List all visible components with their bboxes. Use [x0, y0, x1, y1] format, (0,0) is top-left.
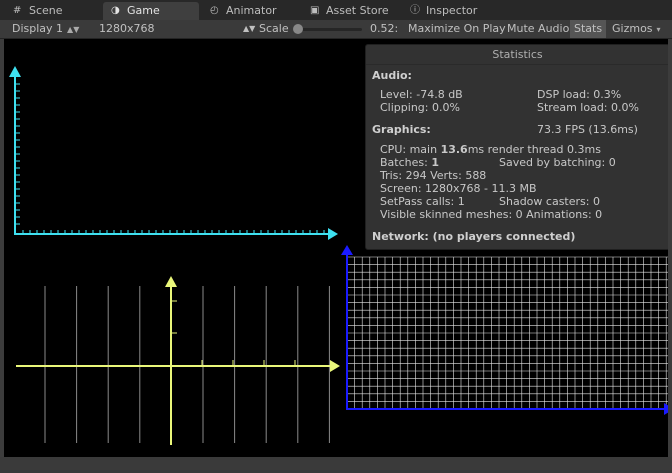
stats-button[interactable]: Stats: [570, 20, 607, 38]
batches-line: Batches: 1: [380, 156, 439, 169]
scale-label: Scale: [259, 22, 289, 35]
resolution-dropdown[interactable]: 1280x768: [99, 20, 155, 38]
screen-info: Screen: 1280x768 - 11.3 MB: [380, 182, 537, 195]
tab-game-label: Game: [127, 4, 160, 17]
audio-level: Level: -74.8 dB: [380, 88, 463, 101]
blue-y-arrowhead: [341, 245, 353, 255]
setpass-calls: SetPass calls: 1: [380, 195, 465, 208]
graphics-header: Graphics:: [372, 123, 431, 136]
gray-vertical-lines: [44, 286, 330, 443]
yellow-ticks: [171, 300, 296, 366]
tab-scene-label: Scene: [29, 4, 63, 17]
grid-lines: [346, 256, 668, 409]
cpu-line: CPU: main 13.6ms render thread 0.3ms: [380, 143, 601, 156]
network-status: Network: (no players connected): [372, 230, 576, 243]
saved-by-batching: Saved by batching: 0: [499, 156, 616, 169]
scale-slider-track: [294, 28, 362, 31]
tab-inspector-label: Inspector: [426, 4, 478, 17]
game-icon: ◑: [111, 5, 120, 16]
cyan-ticks: [15, 83, 325, 235]
tab-asset-store-label: Asset Store: [326, 4, 389, 17]
batches-value: 1: [431, 156, 439, 169]
skinned-meshes: Visible skinned meshes: 0 Animations: 0: [380, 208, 603, 221]
gizmos-chevron-icon: ▾: [656, 25, 661, 34]
mute-audio-button[interactable]: Mute Audio: [503, 20, 573, 38]
display-dropdown-label: Display 1: [12, 22, 64, 35]
statistics-panel: Statistics Audio: Level: -74.8 dB Clippi…: [365, 44, 668, 250]
tris-verts: Tris: 294 Verts: 588: [380, 169, 487, 182]
bottom-status-bar: [0, 457, 672, 473]
blue-grid: [341, 245, 668, 415]
stream-load: Stream load: 0.0%: [537, 101, 639, 114]
inspector-icon: ⓘ: [410, 5, 420, 16]
tab-game[interactable]: ◑ Game: [103, 2, 199, 20]
scale-slider[interactable]: [290, 20, 364, 38]
cpu-main-value: 13.6: [440, 143, 468, 156]
cyan-y-arrowhead: [9, 66, 21, 77]
cpu-suffix: ms render thread 0.3ms: [467, 143, 601, 156]
gizmos-dropdown-label: Gizmos: [612, 22, 653, 35]
scale-value: 0.52:: [370, 22, 399, 35]
game-view-toolbar: Display 1 ▲▼ 1280x768 ▲▼ Scale 0.52: Maxi…: [0, 20, 672, 39]
tab-asset-store[interactable]: ▣ Asset Store: [302, 2, 400, 20]
animator-icon: ◴: [210, 5, 219, 16]
tab-inspector[interactable]: ⓘ Inspector: [402, 2, 498, 20]
blue-x-arrowhead: [664, 403, 668, 415]
statistics-title: Statistics: [366, 45, 668, 65]
tab-scene[interactable]: # Scene: [5, 2, 87, 20]
cpu-prefix: CPU: main: [380, 143, 441, 156]
gizmos-dropdown[interactable]: Gizmos ▾: [612, 20, 661, 38]
audio-clipping: Clipping: 0.0%: [380, 101, 460, 114]
display-dropdown[interactable]: Display 1 ▲▼: [12, 20, 79, 38]
yellow-axes: [16, 276, 340, 445]
cyan-x-arrowhead: [328, 228, 338, 240]
scene-icon: #: [13, 5, 22, 16]
tab-animator-label: Animator: [226, 4, 277, 17]
shadow-casters: Shadow casters: 0: [499, 195, 600, 208]
resolution-chevron-icon[interactable]: ▲▼: [243, 20, 255, 38]
yellow-x-arrowhead: [330, 360, 340, 372]
dsp-load: DSP load: 0.3%: [537, 88, 622, 101]
fps-readout: 73.3 FPS (13.6ms): [537, 123, 638, 136]
scale-slider-thumb[interactable]: [293, 24, 304, 34]
game-view[interactable]: Statistics Audio: Level: -74.8 dB Clippi…: [4, 39, 668, 457]
maximize-on-play-button[interactable]: Maximize On Play: [404, 20, 510, 38]
asset-store-icon: ▣: [310, 5, 320, 16]
window-tab-bar: # Scene ◑ Game ◴ Animator ▣ Asset Store …: [0, 0, 672, 20]
chevron-down-icon: ▲▼: [67, 25, 80, 34]
yellow-y-arrowhead: [165, 276, 177, 287]
batches-label: Batches:: [380, 156, 432, 169]
resolution-dropdown-label: 1280x768: [99, 22, 155, 35]
audio-header: Audio:: [372, 69, 412, 82]
cyan-axes: [9, 66, 338, 240]
tab-animator[interactable]: ◴ Animator: [202, 2, 302, 20]
